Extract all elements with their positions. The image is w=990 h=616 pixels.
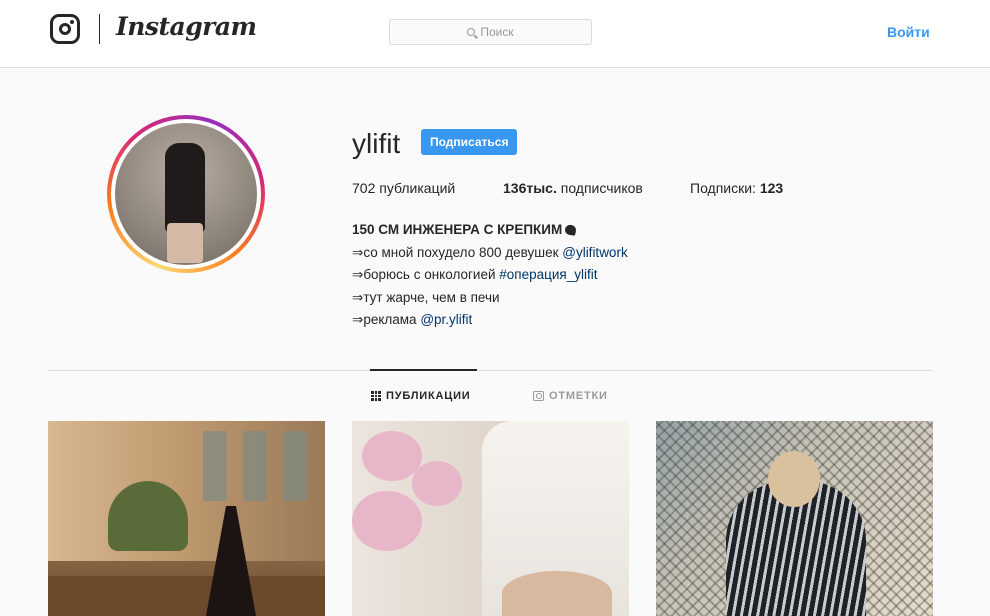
follow-button[interactable]: Подписаться <box>421 129 518 155</box>
posts-count: 702 <box>352 180 376 196</box>
profile-bio: 150 СМ ИНЖЕНЕРА С КРЕПКИМ ⇒со мной похуд… <box>352 219 628 332</box>
login-link[interactable]: Войти <box>887 24 930 40</box>
post-thumbnail[interactable] <box>352 421 629 616</box>
grid-icon <box>371 391 381 401</box>
active-tab-indicator <box>370 369 477 371</box>
avatar-photo <box>115 123 257 265</box>
tabs-divider <box>48 370 933 371</box>
bio-mention-link[interactable]: @pr.ylifit <box>420 312 472 327</box>
bio-line: ⇒борюсь с онкологией #операция_ylifit <box>352 267 598 282</box>
search-input[interactable]: Поиск <box>389 19 592 45</box>
tagged-icon <box>533 391 544 401</box>
tab-posts[interactable]: ПУБЛИКАЦИИ <box>371 390 471 402</box>
top-navigation-bar: Instagram Поиск Войти <box>0 0 990 68</box>
bio-hashtag-link[interactable]: #операция_ylifit <box>499 267 597 282</box>
logo-divider <box>99 14 100 44</box>
profile-username: ylifit <box>352 128 401 159</box>
profile-avatar[interactable] <box>107 115 265 273</box>
following-count: 123 <box>759 180 784 196</box>
bio-line: ⇒реклама @pr.ylifit <box>352 312 473 327</box>
post-thumbnail[interactable] <box>48 421 325 616</box>
followers-count: 136тыс. <box>503 180 557 196</box>
heart-icon <box>564 224 578 236</box>
instagram-wordmark-logo[interactable]: Instagram <box>116 12 257 41</box>
bio-mention-link[interactable]: @ylifitwork <box>562 245 627 260</box>
bio-line: ⇒тут жарче, чем в печи <box>352 289 500 305</box>
bio-title: 150 СМ ИНЖЕНЕРА С КРЕПКИМ <box>352 219 628 242</box>
tab-posts-label: ПУБЛИКАЦИИ <box>386 390 471 402</box>
stat-posts: 702 публикаций <box>352 180 455 196</box>
stat-following[interactable]: Подписки: 123 <box>690 180 783 196</box>
followers-label: подписчиков <box>560 180 643 196</box>
post-thumbnail[interactable] <box>656 421 933 616</box>
search-placeholder: Поиск <box>480 25 514 39</box>
tab-tagged[interactable]: ОТМЕТКИ <box>533 390 608 402</box>
stat-followers[interactable]: 136тыс. подписчиков <box>503 180 643 196</box>
posts-label: публикаций <box>379 180 456 196</box>
following-label: Подписки: <box>690 180 756 196</box>
tab-tagged-label: ОТМЕТКИ <box>549 390 608 402</box>
search-icon <box>467 28 476 36</box>
bio-line: ⇒со мной похудело 800 девушек @ylifitwor… <box>352 244 628 260</box>
instagram-camera-icon[interactable] <box>50 14 80 44</box>
